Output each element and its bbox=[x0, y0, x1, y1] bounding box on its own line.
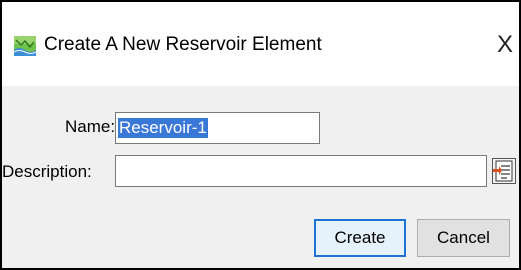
description-label: Description: bbox=[2, 162, 92, 181]
name-label: Name: bbox=[65, 117, 116, 136]
name-input[interactable]: Reservoir-1 bbox=[115, 112, 320, 144]
close-icon: X bbox=[496, 31, 513, 58]
create-button[interactable]: Create bbox=[314, 219, 406, 257]
window-title: Create A New Reservoir Element bbox=[44, 34, 322, 55]
description-input[interactable] bbox=[115, 155, 487, 187]
cancel-button[interactable]: Cancel bbox=[417, 219, 510, 257]
reservoir-element-icon bbox=[14, 36, 36, 56]
name-input-selected-text: Reservoir-1 bbox=[118, 118, 208, 138]
close-button[interactable]: X bbox=[492, 30, 518, 60]
description-editor-icon[interactable] bbox=[492, 158, 516, 184]
title-bar[interactable]: Create A New Reservoir Element X bbox=[2, 2, 519, 86]
create-reservoir-dialog: Create A New Reservoir Element X Name: R… bbox=[0, 0, 521, 270]
